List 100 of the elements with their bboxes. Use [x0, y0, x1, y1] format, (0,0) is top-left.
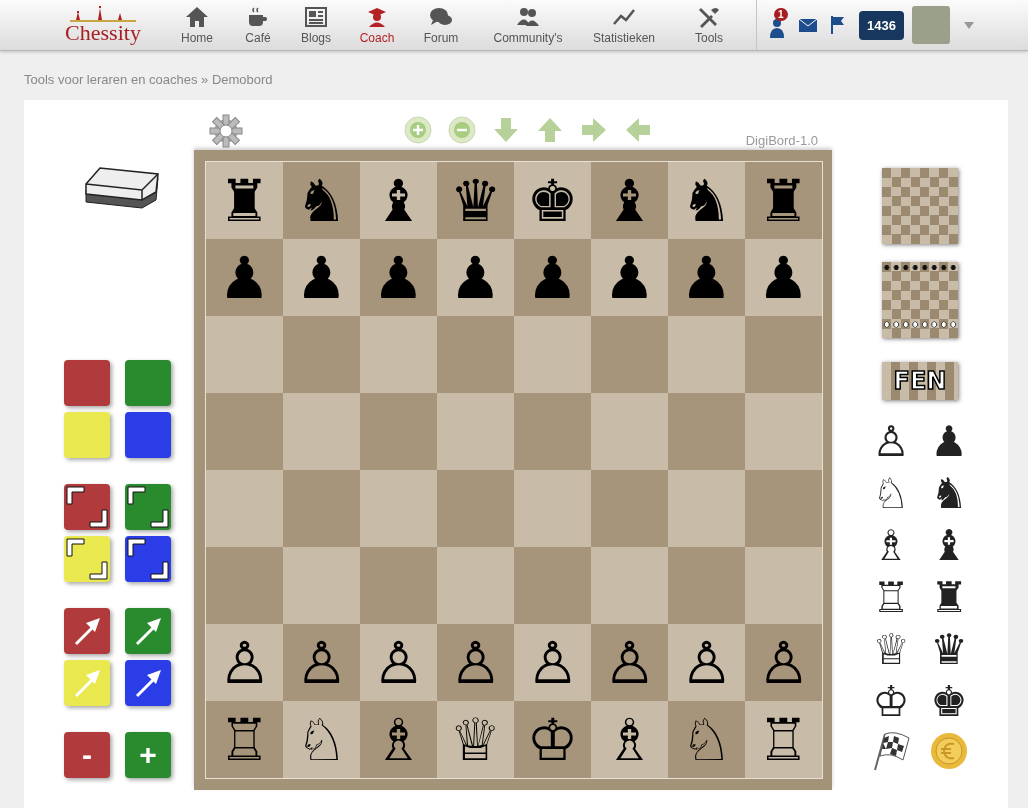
board-square[interactable]: [360, 470, 437, 547]
chess-piece[interactable]: ♝: [927, 522, 971, 570]
chess-piece[interactable]: ♙: [372, 632, 425, 693]
board-square[interactable]: ♜: [206, 162, 283, 239]
board-square[interactable]: [514, 316, 591, 393]
board-square[interactable]: [283, 547, 360, 624]
board-square[interactable]: ♜: [745, 162, 822, 239]
board-square[interactable]: ♟: [437, 239, 514, 316]
board-square[interactable]: ♖: [745, 701, 822, 778]
board-square[interactable]: ♟: [745, 239, 822, 316]
board-square[interactable]: ♕: [437, 701, 514, 778]
chess-piece[interactable]: ♕: [449, 709, 502, 770]
board-square[interactable]: [514, 393, 591, 470]
chess-piece[interactable]: ♙: [680, 632, 733, 693]
chess-piece[interactable]: ♛: [449, 170, 502, 231]
board-square[interactable]: [206, 547, 283, 624]
board-square[interactable]: ♟: [591, 239, 668, 316]
board-square[interactable]: ♙: [668, 624, 745, 701]
board-square[interactable]: ♝: [360, 162, 437, 239]
nav-item[interactable]: Café: [236, 2, 280, 48]
board-square[interactable]: ♟: [283, 239, 360, 316]
board-square[interactable]: [514, 470, 591, 547]
chess-piece[interactable]: ♜: [218, 170, 271, 231]
corners-marker-button[interactable]: [125, 536, 171, 582]
zoom-out-icon[interactable]: [448, 116, 476, 144]
board-square[interactable]: [745, 547, 822, 624]
board-square[interactable]: ♚: [514, 162, 591, 239]
board-square[interactable]: ♙: [745, 624, 822, 701]
chess-piece[interactable]: ♗: [869, 522, 913, 570]
arrow-up-icon[interactable]: [536, 116, 564, 144]
board-square[interactable]: ♙: [206, 624, 283, 701]
chess-piece[interactable]: ♜: [757, 170, 810, 231]
chess-piece[interactable]: ♟: [526, 247, 579, 308]
board-square[interactable]: [745, 470, 822, 547]
chess-piece[interactable]: ♟: [372, 247, 425, 308]
board-square[interactable]: [668, 316, 745, 393]
board-square[interactable]: ♟: [514, 239, 591, 316]
arrow-down-icon[interactable]: [492, 116, 520, 144]
rating-badge[interactable]: 1436: [859, 10, 904, 40]
logo[interactable]: Chessity: [44, 6, 162, 44]
chess-piece[interactable]: ♞: [295, 170, 348, 231]
chess-piece[interactable]: ♟: [449, 247, 502, 308]
board-square[interactable]: ♞: [668, 162, 745, 239]
board-square[interactable]: [206, 316, 283, 393]
caret-icon[interactable]: [963, 21, 974, 29]
nav-item[interactable]: Forum: [416, 2, 466, 48]
start-position-button[interactable]: [882, 262, 958, 338]
chess-piece[interactable]: ♖: [757, 709, 810, 770]
chess-piece[interactable]: ♙: [218, 632, 271, 693]
chess-piece[interactable]: ♖: [869, 574, 913, 622]
chess-piece[interactable]: ♟: [757, 247, 810, 308]
nav-item[interactable]: Statistieken: [582, 2, 666, 48]
arrow-marker-button[interactable]: [125, 608, 171, 654]
remove-button[interactable]: -: [64, 732, 110, 778]
chess-piece[interactable]: ♙: [449, 632, 502, 693]
corners-marker-button[interactable]: [64, 536, 110, 582]
chess-piece[interactable]: ♟: [603, 247, 656, 308]
board-square[interactable]: [591, 547, 668, 624]
board-square[interactable]: [591, 316, 668, 393]
chess-piece[interactable]: ♖: [218, 709, 271, 770]
chess-piece[interactable]: ♜: [927, 574, 971, 622]
chess-piece[interactable]: ♙: [757, 632, 810, 693]
nav-item[interactable]: Community's: [480, 2, 576, 48]
chess-piece[interactable]: ♛: [927, 626, 971, 674]
nav-item[interactable]: Blogs: [294, 2, 338, 48]
board-square[interactable]: [745, 393, 822, 470]
nav-item[interactable]: Tools: [684, 2, 734, 48]
square-marker-button[interactable]: [125, 360, 171, 406]
chess-piece[interactable]: ♟: [680, 247, 733, 308]
chess-piece[interactable]: ♟: [927, 418, 971, 466]
empty-board-button[interactable]: [882, 168, 958, 244]
board-square[interactable]: [360, 393, 437, 470]
square-marker-button[interactable]: [64, 360, 110, 406]
mail-icon[interactable]: [799, 18, 817, 32]
board-square[interactable]: [206, 470, 283, 547]
board-square[interactable]: [283, 393, 360, 470]
arrow-left-icon[interactable]: [624, 116, 652, 144]
board-square[interactable]: ♖: [206, 701, 283, 778]
chess-piece[interactable]: ♞: [927, 470, 971, 518]
chess-piece[interactable]: ♝: [372, 170, 425, 231]
board-square[interactable]: [437, 547, 514, 624]
board-square[interactable]: ♙: [591, 624, 668, 701]
board-square[interactable]: ♗: [360, 701, 437, 778]
board-square[interactable]: ♟: [206, 239, 283, 316]
chess-piece[interactable]: ♞: [680, 170, 733, 231]
chess-piece[interactable]: ♙: [295, 632, 348, 693]
board-square[interactable]: [514, 547, 591, 624]
board-square[interactable]: [360, 316, 437, 393]
nav-item[interactable]: Coach: [352, 2, 402, 48]
arrow-right-icon[interactable]: [580, 116, 608, 144]
arrow-marker-button[interactable]: [64, 608, 110, 654]
board-square[interactable]: ♘: [283, 701, 360, 778]
square-marker-button[interactable]: [125, 412, 171, 458]
chess-piece[interactable]: ♔: [869, 678, 913, 726]
board-square[interactable]: [437, 470, 514, 547]
add-button[interactable]: +: [125, 732, 171, 778]
nav-item[interactable]: Home: [174, 2, 220, 48]
board-square[interactable]: [206, 393, 283, 470]
chess-piece[interactable]: ♘: [295, 709, 348, 770]
board-square[interactable]: [591, 393, 668, 470]
